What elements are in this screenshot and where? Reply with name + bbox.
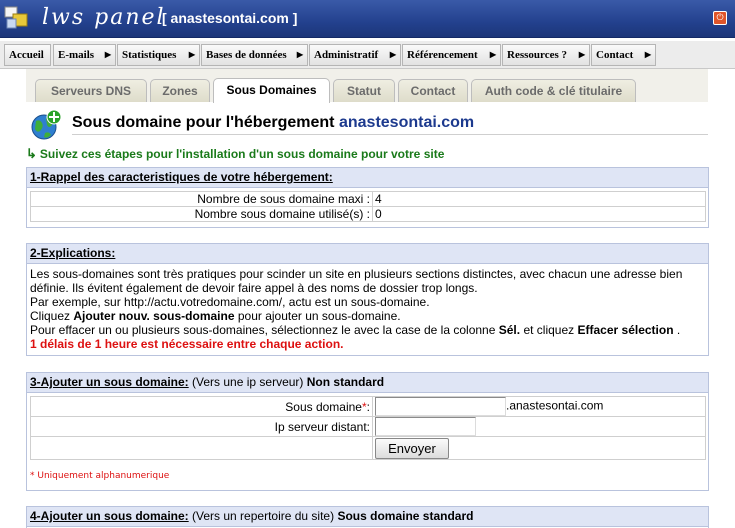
- ip-input-cell: [372, 416, 706, 437]
- menu-bases-de-donnees[interactable]: Bases de données ▶: [201, 44, 308, 66]
- section-explanations: 2-Explications: Les sous-domaines sont t…: [26, 243, 709, 356]
- menu-arrow-icon: ▶: [489, 50, 496, 59]
- text: pour ajouter un sous-domaine.: [237, 309, 401, 323]
- section-type: Non standard: [306, 375, 385, 389]
- title-divider: [72, 134, 708, 135]
- steps-text: Suivez ces étapes pour l'installation d'…: [39, 147, 445, 161]
- delay-warning: 1 délais de 1 heure est nécessaire entre…: [30, 337, 344, 351]
- section-header: 2-Explications:: [27, 244, 708, 264]
- subdomain-input[interactable]: [375, 397, 506, 416]
- subdomain-label-cell: Sous domaine*:: [30, 396, 373, 417]
- page-title-text: Sous domaine pour l'hébergement: [72, 114, 335, 131]
- select-column-name: Sél.: [498, 323, 521, 337]
- menu-arrow-icon: ▶: [389, 50, 396, 59]
- menu-arrow-icon: ▶: [188, 50, 195, 59]
- max-subdomains-value: 4: [372, 191, 706, 207]
- section-header: 1-Rappel des caracteristiques de votre h…: [27, 168, 708, 188]
- menu-emails[interactable]: E-mails ▶: [53, 44, 116, 66]
- lws-logo-icon: [4, 6, 28, 29]
- main-menu: Accueil E-mails ▶ Statistiques ▶ Bases de …: [0, 41, 735, 69]
- text: Cliquez: [30, 309, 71, 323]
- section-add-ip-subdomain: 3-Ajouter un sous domaine: (Vers une ip …: [26, 372, 709, 491]
- section-type: Sous domaine standard: [337, 509, 474, 523]
- subdomain-input-cell: .anastesontai.com: [372, 396, 706, 417]
- menu-label: Contact: [596, 49, 634, 61]
- power-icon[interactable]: ⏻: [713, 11, 727, 25]
- section-title: 1-Rappel des caracteristiques de votre h…: [30, 170, 333, 184]
- globe-add-icon: [31, 109, 62, 140]
- label-colon: :: [366, 399, 370, 414]
- table-row: Nombre de sous domaine maxi : 4: [30, 191, 706, 207]
- used-subdomains-label: Nombre sous domaine utilisé(s) :: [30, 206, 373, 222]
- domain-title: [ anastesontai.com ]: [162, 10, 298, 26]
- tab-contact[interactable]: Contact: [398, 79, 468, 102]
- subdomain-label: Sous domaine: [285, 399, 362, 414]
- form-row: Envoyer: [30, 436, 706, 460]
- section-title: 3-Ajouter un sous domaine:: [30, 375, 189, 389]
- page-title: Sous domaine pour l'hébergement anasteso…: [72, 114, 474, 132]
- explanation-example: Par exemple, sur http://actu.votredomain…: [30, 295, 430, 309]
- tab-sous-domaines[interactable]: Sous Domaines: [213, 78, 330, 103]
- menu-label: Statistiques: [122, 49, 177, 61]
- menu-contact[interactable]: Contact ▶: [591, 44, 656, 66]
- top-bar: lws panel [ anastesontai.com ] ⏻: [0, 0, 735, 38]
- section-title: 4-Ajouter un sous domaine:: [30, 509, 189, 523]
- ip-label: Ip serveur distant:: [30, 416, 373, 437]
- menu-referencement[interactable]: Référencement ▶: [402, 44, 501, 66]
- section-characteristics: 1-Rappel des caracteristiques de votre h…: [26, 167, 709, 228]
- menu-label: Bases de données: [206, 49, 287, 61]
- menu-label: Administratif: [314, 49, 379, 61]
- domain-suffix: .anastesontai.com: [506, 398, 604, 413]
- explanation-delete: Pour effacer un ou plusieurs sous-domain…: [30, 323, 705, 337]
- ip-input[interactable]: [375, 417, 476, 436]
- text: .: [676, 323, 681, 337]
- section-header: 4-Ajouter un sous domaine: (Vers un repe…: [27, 507, 708, 527]
- menu-label: E-mails: [58, 49, 95, 61]
- used-subdomains-value: 0: [372, 206, 706, 222]
- characteristics-table: Nombre de sous domaine maxi : 4 Nombre s…: [30, 191, 706, 222]
- page-title-domain: anastesontai.com: [338, 114, 475, 131]
- table-row: Nombre sous domaine utilisé(s) : 0: [30, 206, 706, 222]
- section-subtitle: (Vers un repertoire du site): [192, 509, 335, 523]
- envoyer-button[interactable]: Envoyer: [375, 437, 449, 459]
- menu-accueil[interactable]: Accueil: [4, 44, 51, 66]
- tab-zones[interactable]: Zones: [150, 79, 210, 102]
- section-subtitle: (Vers une ip serveur): [192, 375, 304, 389]
- explanation-paragraph: Les sous-domaines sont très pratiques po…: [30, 267, 683, 295]
- add-subdomain-form: Sous domaine*: .anastesontai.com Ip serv…: [30, 396, 706, 460]
- arrow-down-right-icon: ↳: [26, 146, 37, 161]
- tab-statut[interactable]: Statut: [333, 79, 395, 102]
- menu-label: Référencement: [407, 49, 478, 61]
- section-add-standard-subdomain: 4-Ajouter un sous domaine: (Vers un repe…: [26, 506, 709, 528]
- text: Pour effacer un ou plusieurs sous-domain…: [30, 323, 496, 337]
- menu-label: Accueil: [9, 49, 44, 61]
- section-title: 2-Explications:: [30, 246, 116, 260]
- explanations-body: Les sous-domaines sont très pratiques po…: [27, 264, 708, 351]
- menu-administratif[interactable]: Administratif ▶: [309, 44, 401, 66]
- menu-label: Ressources ?: [507, 49, 567, 61]
- menu-statistiques[interactable]: Statistiques ▶: [117, 44, 200, 66]
- section-header: 3-Ajouter un sous domaine: (Vers une ip …: [27, 373, 708, 393]
- tab-serveurs-dns[interactable]: Serveurs DNS: [35, 79, 147, 102]
- alphanumeric-note: * Uniquement alphanumerique: [30, 471, 170, 481]
- delete-action-name: Effacer sélection: [577, 323, 674, 337]
- menu-ressources[interactable]: Ressources ? ▶: [502, 44, 590, 66]
- steps-instruction: ↳ Suivez ces étapes pour l'installation d…: [26, 146, 444, 162]
- menu-arrow-icon: ▶: [296, 50, 303, 59]
- form-row: Sous domaine*: .anastesontai.com: [30, 396, 706, 417]
- menu-arrow-icon: ▶: [104, 50, 111, 59]
- text: et cliquez: [523, 323, 575, 337]
- tab-auth-code[interactable]: Auth code & clé titulaire: [471, 79, 636, 102]
- explanation-add: Cliquez Ajouter nouv. sous-domaine pour …: [30, 309, 705, 323]
- submit-cell: Envoyer: [372, 436, 706, 460]
- menu-arrow-icon: ▶: [578, 50, 585, 59]
- lws-panel-logo: lws panel: [42, 5, 166, 30]
- empty-cell: [30, 436, 373, 460]
- add-action-name: Ajouter nouv. sous-domaine: [73, 309, 235, 323]
- menu-arrow-icon: ▶: [644, 50, 651, 59]
- form-row: Ip serveur distant:: [30, 416, 706, 437]
- tab-bar: Serveurs DNS Zones Sous Domaines Statut …: [26, 69, 708, 103]
- max-subdomains-label: Nombre de sous domaine maxi :: [30, 191, 373, 207]
